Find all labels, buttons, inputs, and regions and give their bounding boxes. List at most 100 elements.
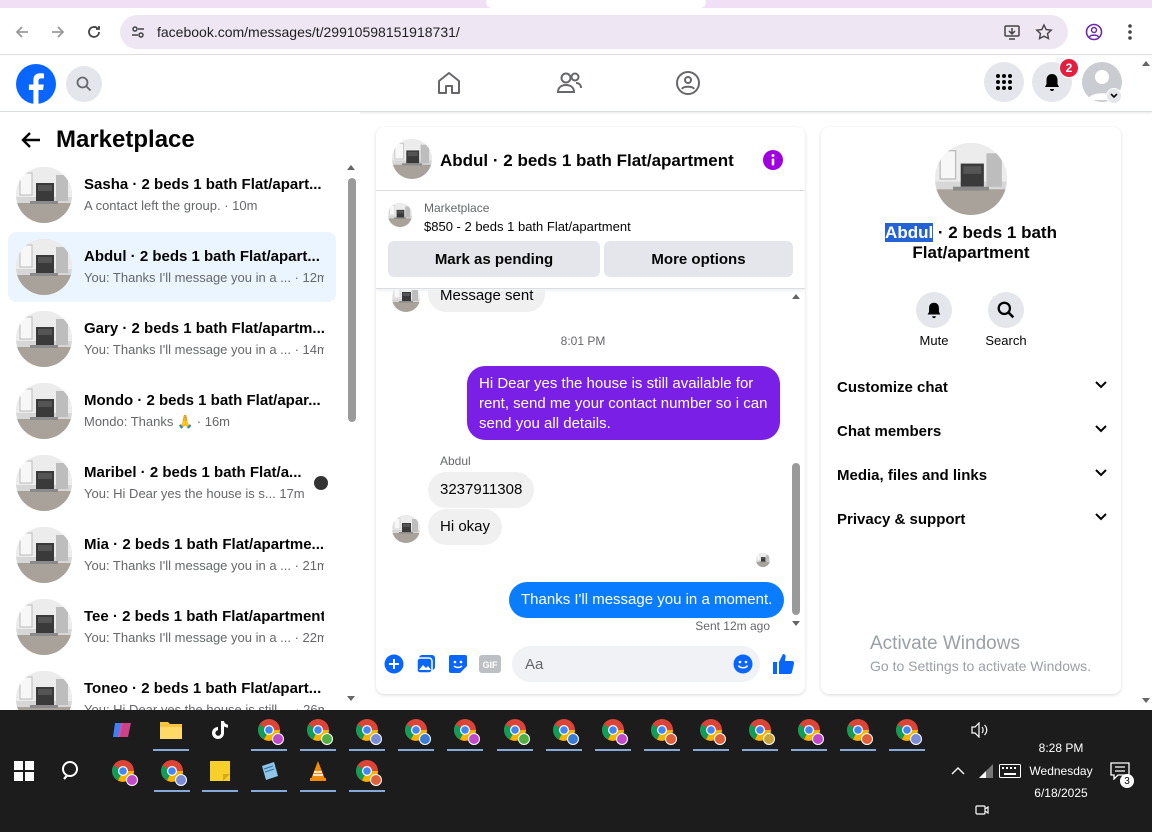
thumbs-up-icon[interactable] [771, 652, 795, 676]
account-chevron-icon[interactable] [1106, 88, 1122, 104]
notepad-icon[interactable] [249, 751, 289, 792]
chrome-profile-icon[interactable] [445, 710, 485, 751]
chrome-profile-icon[interactable] [740, 710, 780, 751]
chrome-active-icon[interactable] [152, 751, 192, 792]
sidebar-scroll-thumb[interactable] [348, 178, 356, 422]
listing-text[interactable]: $850 - 2 beds 1 bath Flat/apartment [424, 219, 631, 234]
chrome-profile-icon[interactable] [887, 710, 927, 751]
tiktok-icon[interactable] [200, 710, 240, 750]
conversation-preview: You: Thanks I'll message you in a ... · … [84, 558, 324, 573]
profile-icon[interactable] [1083, 21, 1105, 43]
incoming-message-bubble[interactable]: Hi okay [428, 509, 503, 545]
message-input[interactable]: Aa [512, 646, 760, 682]
chrome-icon[interactable] [103, 751, 143, 791]
sender-name: Abdul [440, 454, 471, 468]
file-explorer-icon[interactable] [151, 710, 191, 751]
back-arrow-icon[interactable] [20, 130, 42, 150]
menu-kebab-icon[interactable] [1119, 21, 1141, 43]
chrome-profile-icon[interactable] [396, 710, 436, 751]
site-info-icon[interactable] [130, 24, 146, 40]
chat-scroll-thumb[interactable] [792, 463, 800, 615]
message-bubble-partial[interactable]: Message sent [428, 290, 546, 312]
mute-button[interactable] [916, 292, 952, 328]
message-input-placeholder: Aa [525, 656, 544, 673]
forward-icon[interactable] [47, 21, 69, 43]
chrome-profile-icon[interactable] [691, 710, 731, 751]
volume-icon[interactable] [960, 710, 1000, 750]
chrome-profile-icon[interactable] [642, 710, 682, 751]
conversation-item[interactable]: Abdul · 2 beds 1 bath Flat/apart... You: … [8, 232, 336, 302]
sticker-icon[interactable] [448, 654, 468, 674]
conversation-item[interactable]: Mondo · 2 beds 1 bath Flat/apar... Mondo:… [8, 376, 336, 446]
info-section-chat-members[interactable]: Chat members [837, 414, 1107, 450]
search-button[interactable] [66, 66, 102, 102]
conversation-item[interactable]: Sasha · 2 beds 1 bath Flat/apart... A con… [8, 160, 336, 230]
facebook-logo-icon[interactable] [16, 64, 56, 104]
gif-icon[interactable]: GIF [479, 655, 501, 673]
outgoing-message-bubble[interactable]: Thanks I'll message you in a moment. [509, 582, 785, 618]
conversation-item[interactable]: Gary · 2 beds 1 bath Flat/apartm... You: … [8, 304, 336, 374]
conversation-sidebar: Marketplace Sasha · 2 beds 1 bath Flat/a… [0, 112, 360, 710]
message-composer: GIF Aa [376, 645, 805, 694]
page-scrollbar[interactable] [1140, 56, 1152, 710]
home-icon[interactable] [436, 70, 462, 96]
conversation-item[interactable]: Mia · 2 beds 1 bath Flat/apartme... You: … [8, 520, 336, 590]
info-icon[interactable] [762, 149, 784, 171]
chrome-profile-icon[interactable] [544, 710, 584, 751]
conversation-thumbnail [16, 599, 72, 655]
conversation-thumbnail [16, 239, 72, 295]
info-section-customize-chat[interactable]: Customize chat [837, 370, 1107, 406]
keyboard-icon[interactable] [990, 751, 1030, 791]
incoming-message-bubble[interactable]: 3237911308 [428, 472, 535, 508]
info-section-media-files-and-links[interactable]: Media, files and links [837, 458, 1107, 494]
bookmark-star-icon[interactable] [1033, 21, 1055, 43]
friends-icon[interactable] [555, 70, 583, 96]
conversation-item[interactable]: Toneo · 2 beds 1 bath Flat/apart... You: … [8, 664, 336, 710]
search-icon [997, 301, 1015, 319]
chrome-profile-icon[interactable] [347, 710, 387, 751]
chrome-profile-icon[interactable] [249, 710, 289, 751]
profile-avatar[interactable] [935, 143, 1007, 215]
listing-thumbnail[interactable] [388, 203, 412, 227]
conversation-title: Gary · 2 beds 1 bath Flat/apartm... [84, 320, 324, 337]
outgoing-message-bubble[interactable]: Hi Dear yes the house is still available… [467, 366, 780, 440]
photo-icon[interactable] [416, 654, 436, 674]
chat-avatar[interactable] [392, 139, 432, 179]
info-section-privacy-support[interactable]: Privacy & support [837, 502, 1107, 538]
conversation-item[interactable]: Tee · 2 beds 1 bath Flat/apartment You: T… [8, 592, 336, 662]
conversation-thumbnail [16, 167, 72, 223]
chrome-profile-icon[interactable] [593, 710, 633, 751]
groups-icon[interactable] [675, 70, 701, 96]
sticky-notes-icon[interactable] [200, 751, 240, 792]
chrome-profile-icon[interactable] [838, 710, 878, 751]
clock-date[interactable]: 6/18/2025 [1026, 786, 1096, 800]
mark-as-pending-button[interactable]: Mark as pending [388, 241, 600, 277]
conversation-item[interactable]: Maribel · 2 beds 1 bath Flat/a... You: Hi… [8, 448, 336, 518]
chrome-profile-icon[interactable] [298, 710, 338, 751]
more-options-button[interactable]: More options [604, 241, 793, 277]
notification-center-icon[interactable] [1100, 751, 1140, 791]
search-conversation-button[interactable] [988, 292, 1024, 328]
chrome-profile-icon[interactable] [347, 751, 387, 792]
back-icon[interactable] [11, 21, 33, 43]
start-button-icon[interactable] [4, 751, 44, 791]
address-bar[interactable]: facebook.com/messages/t/2991059815191873… [120, 15, 1068, 49]
emoji-icon[interactable] [733, 654, 753, 674]
active-tab[interactable] [486, 0, 706, 8]
clock-time[interactable]: 8:28 PM [1030, 741, 1092, 755]
menu-grid-button[interactable] [984, 62, 1024, 102]
chrome-profile-icon[interactable] [789, 710, 829, 751]
section-label: Customize chat [837, 379, 948, 396]
install-app-icon[interactable] [1001, 21, 1023, 43]
vlc-icon[interactable] [298, 751, 338, 792]
copilot-icon[interactable] [102, 710, 142, 750]
chrome-profile-icon[interactable] [495, 710, 535, 751]
chat-title[interactable]: Abdul · 2 beds 1 bath Flat/apartment [440, 151, 734, 171]
sender-avatar [392, 290, 420, 312]
search-icon[interactable] [52, 751, 92, 791]
meet-now-icon[interactable] [962, 790, 1002, 830]
chat-scrollbar[interactable] [790, 291, 802, 629]
reload-icon[interactable] [83, 21, 105, 43]
plus-icon[interactable] [384, 654, 404, 674]
clock-day[interactable]: Wednesday [1026, 764, 1096, 778]
